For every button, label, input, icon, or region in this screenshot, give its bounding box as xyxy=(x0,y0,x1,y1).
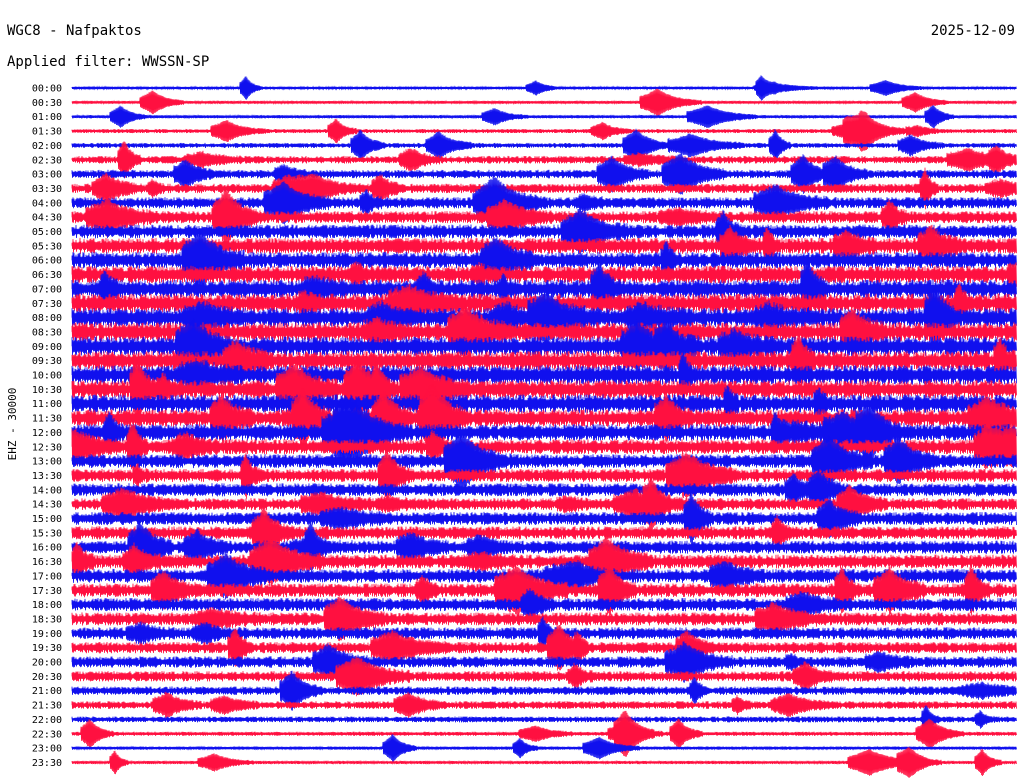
time-label-0300: 03:00 xyxy=(32,170,62,181)
time-label-2030: 20:30 xyxy=(32,672,62,683)
time-label-0800: 08:00 xyxy=(32,313,62,324)
time-label-1030: 10:30 xyxy=(32,385,62,396)
plot-date: 2025-12-09 xyxy=(931,23,1015,39)
time-label-0230: 02:30 xyxy=(32,155,62,166)
time-label-0400: 04:00 xyxy=(32,198,62,209)
station-title: WGC8 - Nafpaktos xyxy=(7,23,142,39)
time-label-0530: 05:30 xyxy=(32,241,62,252)
time-label-0130: 01:30 xyxy=(32,127,62,138)
time-label-2000: 20:00 xyxy=(32,658,62,669)
time-label-0430: 04:30 xyxy=(32,213,62,224)
time-label-0000: 00:00 xyxy=(32,84,62,95)
time-label-2200: 22:00 xyxy=(32,715,62,726)
time-label-1300: 13:00 xyxy=(32,457,62,468)
time-label-1200: 12:00 xyxy=(32,428,62,439)
time-label-0700: 07:00 xyxy=(32,284,62,295)
time-label-2230: 22:30 xyxy=(32,729,62,740)
time-label-2300: 23:00 xyxy=(32,744,62,755)
time-labels: 00:00 00:30 01:00 01:30 02:00 02:30 03:00 03:30… xyxy=(32,84,62,769)
time-label-0330: 03:30 xyxy=(32,184,62,195)
time-label-0200: 02:00 xyxy=(32,141,62,152)
time-label-0830: 08:30 xyxy=(32,327,62,338)
time-label-1430: 14:30 xyxy=(32,500,62,511)
time-label-1100: 11:00 xyxy=(32,399,62,410)
time-label-1500: 15:00 xyxy=(32,514,62,525)
time-label-1600: 16:00 xyxy=(32,543,62,554)
helicorder-plot: WGC8 - Nafpaktos 2025-12-09 Applied filt… xyxy=(6,23,1017,778)
time-label-1330: 13:30 xyxy=(32,471,62,482)
time-label-2100: 21:00 xyxy=(32,686,62,697)
time-label-1800: 18:00 xyxy=(32,600,62,611)
time-label-0900: 09:00 xyxy=(32,342,62,353)
time-label-0930: 09:30 xyxy=(32,356,62,367)
filter-label: Applied filter: WWSSN-SP xyxy=(7,54,209,70)
time-label-1900: 19:00 xyxy=(32,629,62,640)
time-label-0730: 07:30 xyxy=(32,299,62,310)
time-label-0630: 06:30 xyxy=(32,270,62,281)
time-label-0100: 01:00 xyxy=(32,112,62,123)
time-label-0600: 06:00 xyxy=(32,256,62,267)
time-label-1700: 17:00 xyxy=(32,571,62,582)
time-label-1530: 15:30 xyxy=(32,528,62,539)
trace-group xyxy=(71,75,1017,778)
time-label-1730: 17:30 xyxy=(32,586,62,597)
time-label-1930: 19:30 xyxy=(32,643,62,654)
time-label-1230: 12:30 xyxy=(32,442,62,453)
time-label-2130: 21:30 xyxy=(32,701,62,712)
time-label-1400: 14:00 xyxy=(32,485,62,496)
channel-label: EHZ - 30000 xyxy=(6,388,19,461)
time-label-1000: 10:00 xyxy=(32,371,62,382)
time-label-2330: 23:30 xyxy=(32,758,62,769)
time-label-1630: 16:30 xyxy=(32,557,62,568)
time-label-1830: 18:30 xyxy=(32,614,62,625)
time-label-1130: 11:30 xyxy=(32,414,62,425)
time-label-0030: 00:30 xyxy=(32,98,62,109)
time-label-0500: 05:00 xyxy=(32,227,62,238)
